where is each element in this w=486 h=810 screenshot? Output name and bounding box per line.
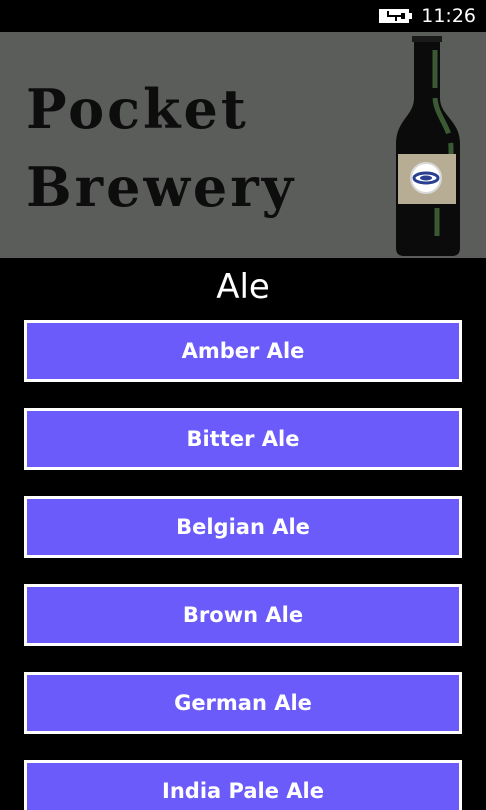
app-logo-title: Pocket Brewery xyxy=(26,70,296,227)
list-item: German Ale xyxy=(24,672,462,734)
battery-charging-icon xyxy=(379,9,412,23)
logo-line-brewery: Brewery xyxy=(26,155,297,220)
status-clock: 11:26 xyxy=(421,5,476,27)
status-bar: 11:26 xyxy=(0,0,486,32)
list-item: Bitter Ale xyxy=(24,408,462,470)
app-screen: 11:26 Pocket Brewery Ale Amber Ale Bitter… xyxy=(0,0,486,810)
brown-ale-button[interactable]: Brown Ale xyxy=(24,584,462,646)
category-title: Ale xyxy=(216,267,270,307)
beer-bottle-icon xyxy=(396,36,460,256)
list-item: India Pale Ale xyxy=(24,760,462,810)
list-item: Amber Ale xyxy=(24,320,462,382)
bitter-ale-button[interactable]: Bitter Ale xyxy=(24,408,462,470)
beer-style-list: Amber Ale Bitter Ale Belgian Ale Brown A… xyxy=(24,320,462,810)
app-banner: Pocket Brewery xyxy=(0,32,486,258)
list-item: Brown Ale xyxy=(24,584,462,646)
german-ale-button[interactable]: German Ale xyxy=(24,672,462,734)
belgian-ale-button[interactable]: Belgian Ale xyxy=(24,496,462,558)
logo-line-pocket: Pocket xyxy=(26,77,249,141)
india-pale-ale-button[interactable]: India Pale Ale xyxy=(24,760,462,810)
amber-ale-button[interactable]: Amber Ale xyxy=(24,320,462,382)
list-item: Belgian Ale xyxy=(24,496,462,558)
